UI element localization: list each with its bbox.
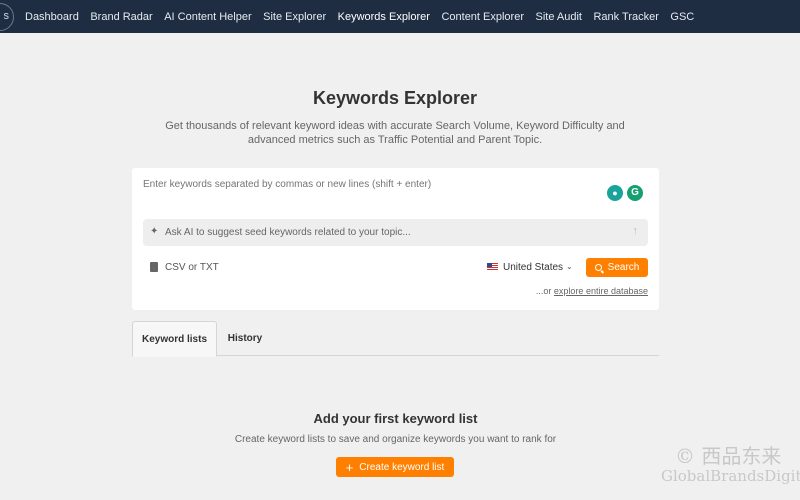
file-icon[interactable] (150, 262, 158, 272)
us-flag-icon (487, 263, 498, 271)
empty-state-title: Add your first keyword list (313, 411, 478, 426)
keywords-input[interactable] (143, 179, 603, 190)
tab-keyword-lists[interactable]: Keyword lists (132, 321, 217, 357)
logo-text: s (3, 10, 10, 22)
tabs: Keyword lists History (132, 321, 659, 357)
extension-icons: ● G (607, 185, 643, 201)
nav-item-dashboard[interactable]: Dashboard (25, 11, 79, 23)
empty-state-subtitle: Create keyword lists to save and organiz… (234, 434, 557, 445)
ai-suggest-placeholder: Ask AI to suggest seed keywords related … (165, 227, 411, 238)
create-keyword-list-label: Create keyword list (359, 461, 445, 473)
sparkle-icon: ✦ (150, 226, 159, 237)
country-select[interactable]: United States (503, 262, 563, 273)
page-subtitle: Get thousands of relevant keyword ideas … (165, 120, 625, 146)
nav-item-content-explorer[interactable]: Content Explorer (441, 11, 524, 23)
csv-upload-button[interactable]: CSV or TXT (165, 262, 219, 273)
explore-prefix: ...or (535, 286, 552, 296)
chevron-down-icon[interactable]: ⌄ (566, 262, 573, 271)
nav-items: Dashboard Brand Radar AI Content Helper … (25, 0, 706, 33)
logo[interactable]: s (0, 3, 14, 31)
nav-item-site-explorer[interactable]: Site Explorer (263, 11, 326, 23)
arrow-up-icon[interactable]: ↑ (633, 225, 639, 237)
nav-item-ai-content-helper[interactable]: AI Content Helper (164, 11, 251, 23)
search-button[interactable]: Search (586, 258, 648, 277)
watermark-line-1: © 西品东来 (675, 444, 782, 468)
nav-item-gsc[interactable]: GSC (670, 11, 694, 23)
watermark-line-2: GlobalBrandsDigital (661, 467, 800, 485)
search-card: ● G ✦ Ask AI to suggest seed keywords re… (132, 168, 659, 310)
nav-item-site-audit[interactable]: Site Audit (536, 11, 582, 23)
top-nav: s Dashboard Brand Radar AI Content Helpe… (0, 0, 800, 33)
nav-item-brand-radar[interactable]: Brand Radar (90, 11, 152, 23)
tab-history[interactable]: History (228, 321, 262, 356)
search-icon (594, 264, 602, 271)
bulb-extension-icon[interactable]: ● (607, 185, 623, 201)
ai-suggest-input[interactable]: ✦ Ask AI to suggest seed keywords relate… (143, 219, 648, 246)
plus-icon: + (345, 459, 354, 475)
page-title: Keywords Explorer (312, 88, 478, 108)
search-button-label: Search (607, 262, 640, 273)
nav-item-keywords-explorer[interactable]: Keywords Explorer (338, 11, 430, 23)
explore-database: ...or explore entire database (536, 286, 648, 296)
grammarly-icon[interactable]: G (627, 185, 643, 201)
nav-item-rank-tracker[interactable]: Rank Tracker (593, 11, 658, 23)
explore-database-link[interactable]: explore entire database (554, 286, 648, 296)
create-keyword-list-button[interactable]: + Create keyword list (336, 457, 454, 477)
